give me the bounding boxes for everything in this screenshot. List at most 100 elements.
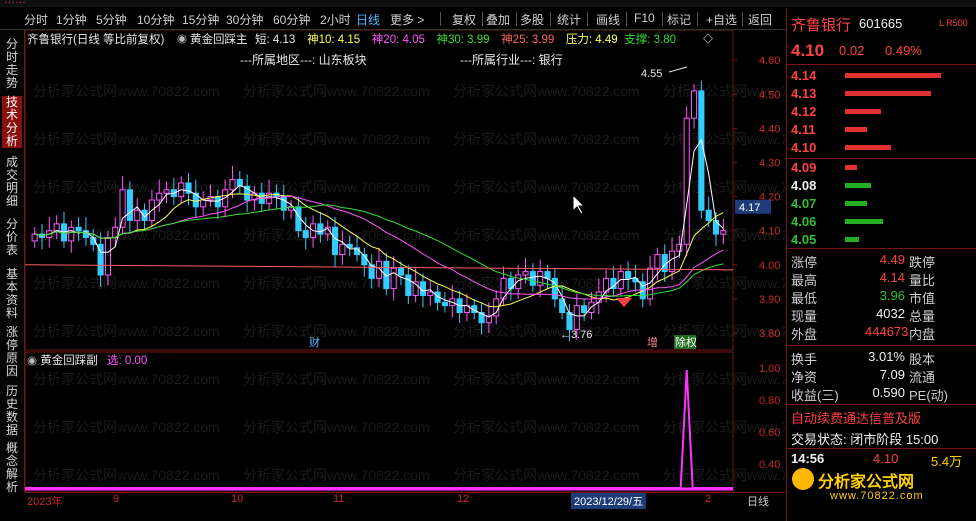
candle[interactable] (705, 209, 712, 221)
time-tick: 11 (333, 493, 345, 505)
candle[interactable] (698, 90, 705, 211)
candle[interactable] (566, 312, 573, 331)
candle[interactable] (441, 301, 449, 307)
candle[interactable] (156, 192, 163, 201)
stat-value: 4032 (876, 306, 905, 321)
side-tab[interactable]: 成交明细 (2, 156, 22, 208)
candle[interactable] (60, 223, 68, 242)
candle[interactable] (53, 223, 60, 232)
candle[interactable] (200, 199, 207, 208)
candle[interactable] (573, 305, 580, 331)
period-tab[interactable]: 15分钟 (182, 11, 219, 28)
cursor-date: 2023/12/29/五 (571, 493, 647, 509)
period-tab[interactable]: 60分钟 (273, 11, 310, 28)
period-tab[interactable]: 分时 (24, 11, 48, 28)
candle[interactable] (119, 189, 126, 228)
toolbar-button[interactable]: 多股 (520, 11, 544, 28)
chevron-down-icon[interactable]: ◉ (177, 31, 187, 45)
stat-value: 0.590 (872, 385, 905, 400)
promo-link[interactable]: 自动续费通达信普及版 (791, 408, 971, 427)
candle[interactable] (126, 189, 133, 221)
bg-watermark: 分析家公式网www.70822.com (33, 323, 220, 339)
period-label: 日线 (747, 496, 769, 508)
candle[interactable] (405, 274, 412, 296)
side-tab[interactable]: 基本资料 (2, 268, 22, 320)
candle[interactable] (720, 230, 727, 235)
candle[interactable] (712, 219, 720, 235)
candle[interactable] (31, 233, 38, 242)
side-tab[interactable]: 技术分析 (2, 96, 22, 148)
order-book-price: 4.11 (791, 122, 816, 137)
candle[interactable] (683, 117, 690, 245)
toolbar-button[interactable]: 复权 (452, 11, 476, 28)
order-book-price: 4.07 (791, 196, 817, 211)
candle[interactable] (229, 179, 236, 191)
candle[interactable] (397, 267, 405, 276)
candle[interactable] (331, 226, 339, 256)
candle[interactable] (625, 271, 632, 279)
toolbar-button[interactable]: 返回 (748, 11, 772, 28)
candle[interactable] (581, 305, 588, 314)
toolbar-button[interactable]: 标记 (667, 11, 691, 28)
candle[interactable] (668, 250, 676, 273)
period-tab[interactable]: 日线 (356, 11, 380, 28)
stock-tag: L R500 (939, 18, 968, 28)
period-tab[interactable]: 1分钟 (56, 11, 87, 28)
kline-chart[interactable]: 分析家公式网www.70822.com 分析家公式网www.70822.com 分析… (25, 30, 785, 492)
candle[interactable] (134, 209, 141, 221)
candle[interactable] (163, 189, 170, 194)
period-tab[interactable]: 5分钟 (96, 11, 127, 28)
candle[interactable] (529, 271, 536, 286)
indicator-name[interactable]: 黄金回踩主 (190, 31, 248, 47)
period-tab[interactable]: 30分钟 (226, 11, 263, 28)
candle[interactable] (522, 271, 529, 276)
candle[interactable] (75, 226, 82, 232)
candle[interactable] (515, 274, 522, 290)
side-tab[interactable]: 分时走势 (2, 38, 22, 90)
diamond-icon[interactable]: ◇ (703, 30, 713, 46)
toolbar-button[interactable]: +自选 (706, 11, 737, 28)
candle[interactable] (595, 291, 602, 303)
divider (787, 158, 976, 159)
sub-indicator-name[interactable]: 黄金回踩副 (40, 355, 98, 367)
bg-watermark: 分析家公式网www.70822.com (33, 419, 220, 435)
toolbar-button[interactable]: F10 (634, 11, 655, 25)
candle[interactable] (302, 230, 309, 239)
divider (787, 64, 976, 65)
candle[interactable] (390, 267, 397, 290)
period-tab[interactable]: 10分钟 (137, 11, 174, 28)
stat-value: 4.14 (879, 270, 905, 285)
candle[interactable] (317, 223, 324, 235)
menu-divider (742, 12, 743, 26)
order-book-bar (845, 145, 891, 150)
period-tab[interactable]: 2小时 (320, 11, 351, 28)
candle[interactable] (339, 243, 346, 256)
toolbar-button[interactable]: 统计 (557, 11, 581, 28)
divider (787, 345, 976, 346)
candle[interactable] (214, 196, 221, 208)
increase-marker[interactable]: 增 (647, 335, 658, 349)
time-tick: 9 (113, 493, 120, 505)
menu-divider (482, 12, 483, 26)
region-label: ---所属地区---: 山东板块 (240, 53, 367, 67)
side-tab[interactable]: 涨停原因 (2, 326, 22, 378)
order-book-bar (845, 237, 859, 242)
candle[interactable] (654, 254, 661, 269)
stat-value: 4.49 (879, 252, 905, 267)
logo-url: www.70822.com (830, 490, 924, 502)
finance-marker[interactable]: 财 (309, 335, 320, 349)
period-tab[interactable]: 更多 > (390, 11, 424, 28)
candle[interactable] (427, 291, 434, 296)
candle[interactable] (68, 226, 75, 242)
stat-label: 市值 (909, 291, 936, 306)
toolbar-button[interactable]: 画线 (596, 11, 620, 28)
side-tab[interactable]: 历史数据 (2, 385, 22, 437)
side-tab[interactable]: 分价表 (2, 218, 22, 257)
ex-rights-marker[interactable]: 除权 (675, 335, 697, 349)
candle[interactable] (104, 237, 111, 276)
toolbar-button[interactable]: 叠加 (486, 11, 510, 28)
sub-indicator-value: 选: 0.00 (106, 355, 148, 367)
candle[interactable] (690, 90, 698, 119)
side-tab[interactable]: 概念解析 (2, 442, 22, 494)
circle-icon: ◉ (27, 355, 38, 367)
